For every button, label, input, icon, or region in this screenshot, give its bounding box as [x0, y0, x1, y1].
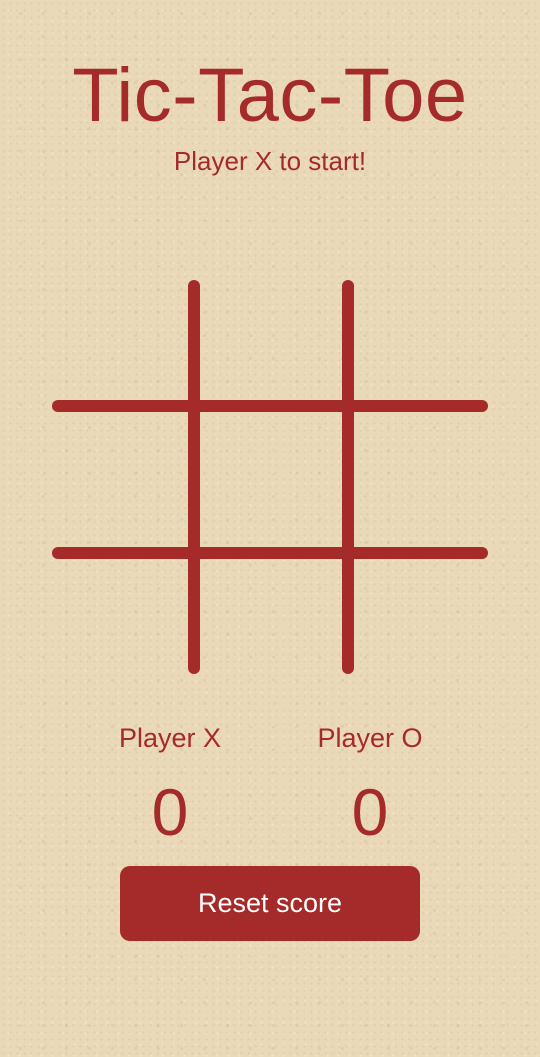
game-board	[48, 276, 492, 678]
board-cell-2[interactable]	[200, 276, 342, 400]
board-cell-1[interactable]	[48, 276, 188, 400]
board-cell-8[interactable]	[200, 559, 342, 678]
board-cell-6[interactable]	[354, 412, 492, 547]
player-o-score: 0	[351, 775, 389, 849]
board-cell-7[interactable]	[48, 559, 188, 678]
player-x-label: Player X	[118, 723, 222, 753]
player-o-label: Player O	[317, 723, 423, 753]
turn-status: Player X to start!	[173, 146, 367, 176]
reset-score-button[interactable]: Reset score	[120, 866, 420, 941]
game-title: Tic-Tac-Toe	[72, 53, 468, 138]
board-cell-3[interactable]	[354, 276, 492, 400]
player-x-score: 0	[151, 775, 189, 849]
board-cell-5[interactable]	[200, 412, 342, 547]
board-cell-9[interactable]	[354, 559, 492, 678]
board-cell-4[interactable]	[48, 412, 188, 547]
